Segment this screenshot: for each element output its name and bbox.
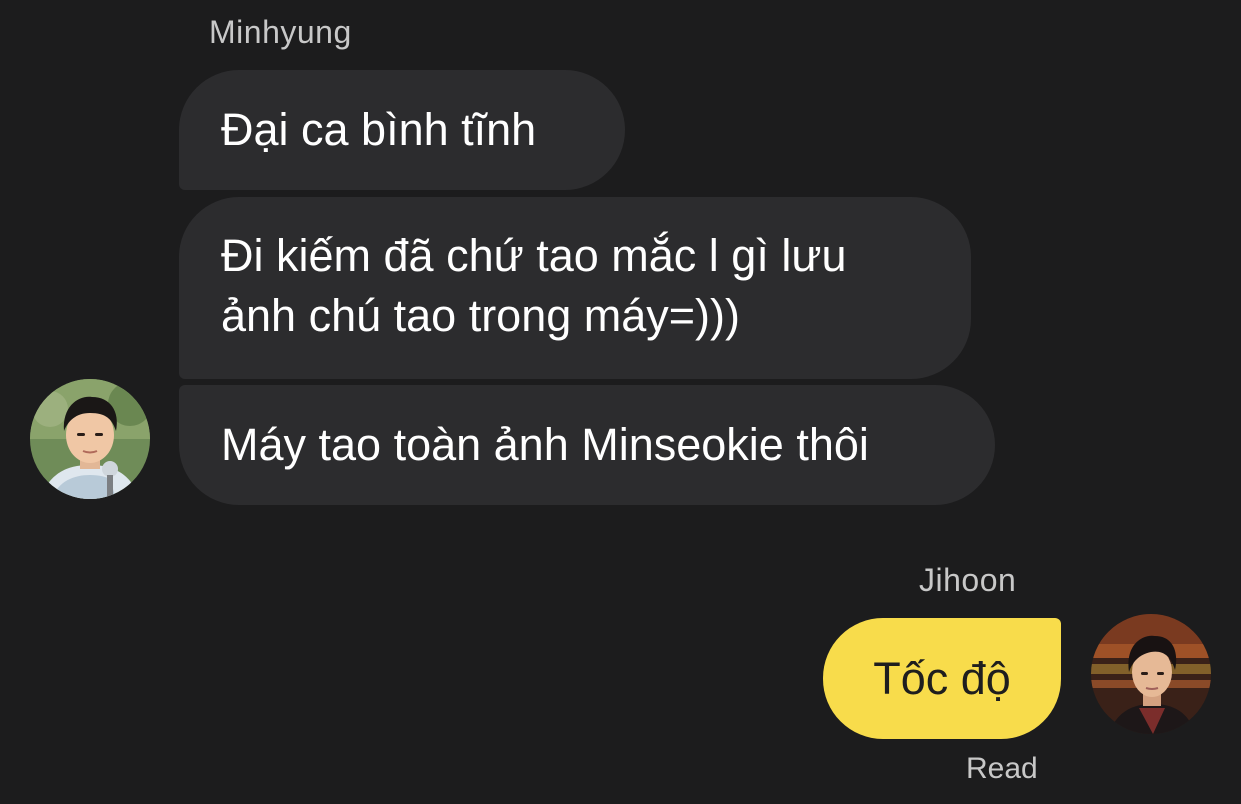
message-text-line: Đi kiếm đã chứ tao mắc l gì lưu [221, 230, 847, 281]
message-text-line: ảnh chú tao trong máy=))) [221, 290, 741, 341]
outgoing-message-bubble[interactable]: Tốc độ [823, 618, 1061, 739]
incoming-sender-name: Minhyung [209, 14, 352, 50]
read-receipt: Read [966, 752, 1038, 785]
outgoing-sender-name: Jihoon [919, 562, 1017, 598]
incoming-message-bubble[interactable]: Đại ca bình tĩnh [179, 70, 625, 190]
incoming-message-bubble[interactable]: Máy tao toàn ảnh Minseokie thôi [179, 385, 995, 505]
incoming-message-bubble[interactable]: Đi kiếm đã chứ tao mắc l gì lưu ảnh chú … [179, 197, 971, 379]
message-text-line: Máy tao toàn ảnh Minseokie thôi [221, 419, 869, 470]
avatar-photo-icon [1091, 614, 1211, 734]
sender-avatar[interactable] [1091, 614, 1211, 734]
message-text-line: Đại ca bình tĩnh [221, 104, 537, 155]
message-text-line: Tốc độ [873, 653, 1011, 704]
sender-avatar[interactable] [30, 379, 150, 499]
avatar-photo-icon [30, 379, 150, 499]
